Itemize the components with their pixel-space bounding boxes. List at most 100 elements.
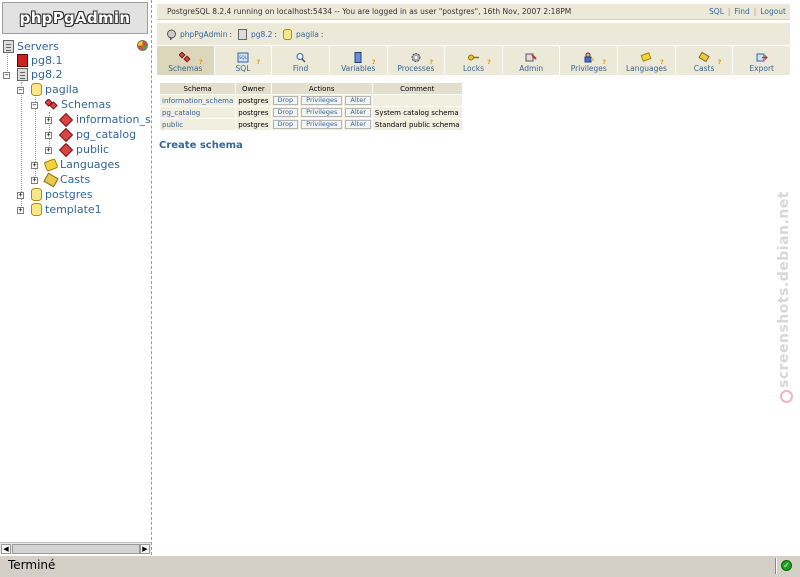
drop-button[interactable]: Drop [272, 120, 299, 129]
server-icon [17, 68, 28, 81]
expand-template1-toggle[interactable]: + [17, 207, 24, 214]
privileges-button[interactable]: Privileges [301, 96, 343, 105]
refresh-icon[interactable] [137, 40, 148, 51]
comment-cell [372, 95, 462, 106]
connection-message: PostgreSQL 8.2.4 running on localhost:54… [167, 7, 572, 16]
tab-locks[interactable]: Locks ? [445, 46, 503, 75]
schema-link[interactable]: public [162, 121, 183, 129]
tree-label-template1: template1 [45, 203, 102, 216]
link-separator: | [753, 7, 757, 16]
privileges-button[interactable]: Privileges [301, 120, 343, 129]
breadcrumb-database[interactable]: pagila [296, 30, 319, 39]
help-icon[interactable]: ? [660, 58, 664, 66]
tree-node-public[interactable]: public [58, 142, 109, 157]
schema-name-cell: public [160, 119, 236, 130]
drop-button[interactable]: Drop [272, 96, 299, 105]
tab-variables[interactable]: Variables ? [329, 46, 388, 75]
expand-postgres-toggle[interactable]: + [17, 192, 24, 199]
tree-horizontal-scrollbar[interactable]: ◀ ▶ [0, 542, 151, 554]
tree-label-servers: Servers [17, 40, 59, 53]
alter-button[interactable]: Alter [345, 120, 371, 129]
collapse-schemas-toggle[interactable]: − [31, 102, 38, 109]
collapse-pg82-toggle[interactable]: − [3, 72, 10, 79]
scrollbar-thumb[interactable] [12, 544, 140, 554]
expand-public-toggle[interactable]: + [45, 147, 52, 154]
privileges-cell: Privileges [300, 119, 344, 130]
tree-node-languages[interactable]: Languages [43, 157, 120, 172]
database-icon [31, 203, 42, 216]
alter-cell: Alter [344, 95, 372, 106]
schema-icon [58, 112, 74, 127]
key-icon [467, 54, 479, 61]
gear-icon [411, 53, 421, 62]
tree-node-pg-catalog[interactable]: pg_catalog [58, 127, 137, 142]
svg-text:SQL: SQL [239, 55, 248, 60]
tree-label-casts: Casts [60, 173, 91, 186]
tab-casts[interactable]: Casts ? [675, 46, 734, 75]
status-divider [775, 558, 777, 574]
help-icon[interactable]: ? [372, 58, 376, 66]
expand-languages-toggle[interactable]: + [31, 162, 38, 169]
tree-node-servers[interactable]: Servers [3, 39, 59, 54]
expand-casts-toggle[interactable]: + [31, 177, 38, 184]
tab-processes[interactable]: Processes ? [387, 46, 446, 75]
tree-node-pg82[interactable]: pg8.2 [17, 67, 62, 82]
tree-label-postgres: postgres [45, 188, 93, 201]
phppgadmin-logo[interactable]: phpPgAdmin [2, 2, 148, 34]
tab-export[interactable]: Export [733, 46, 791, 75]
tree-node-pg81[interactable]: pg8.1 [17, 53, 62, 68]
tree-label-pg82: pg8.2 [31, 68, 63, 81]
find-link[interactable]: Find [734, 7, 749, 16]
help-icon[interactable]: ? [257, 58, 261, 66]
tree-node-casts[interactable]: Casts [43, 172, 91, 187]
expand-pg-catalog-toggle[interactable]: + [45, 132, 52, 139]
status-bar: Terminé ✓ [0, 555, 800, 577]
help-icon[interactable]: ? [429, 58, 433, 66]
help-icon[interactable]: ? [199, 58, 203, 66]
tab-label: Locks [463, 64, 485, 73]
collapse-pagila-toggle[interactable]: − [17, 87, 24, 94]
help-icon[interactable]: ? [487, 58, 491, 66]
help-icon[interactable]: ? [602, 58, 606, 66]
privileges-button[interactable]: Privileges [301, 108, 343, 117]
tree-node-postgres[interactable]: postgres [31, 187, 93, 202]
schema-link[interactable]: information_schema [162, 97, 233, 105]
create-schema-link[interactable]: Create schema [159, 140, 243, 151]
tab-label: Variables [341, 64, 376, 73]
server-disconnected-icon [17, 54, 28, 67]
tab-bar: Schemas ? SQL SQL ? Find Variables ? Pro… [157, 46, 791, 75]
help-icon[interactable]: ? [718, 58, 722, 66]
tab-find[interactable]: Find [272, 46, 330, 75]
expand-information-schema-toggle[interactable]: + [45, 117, 52, 124]
tab-languages[interactable]: Languages ? [618, 46, 676, 75]
logout-link[interactable]: Logout [760, 7, 786, 16]
tab-privileges[interactable]: Privileges ? [560, 46, 619, 75]
servers-icon [3, 40, 14, 53]
breadcrumb-server[interactable]: pg8.2 [251, 30, 272, 39]
tree-node-template1[interactable]: template1 [31, 202, 102, 217]
tree-node-information-schema[interactable]: information_schema [58, 112, 151, 127]
drop-button[interactable]: Drop [272, 108, 299, 117]
sql-link[interactable]: SQL [709, 7, 724, 16]
tree-label-information-schema: information_schema [76, 113, 151, 126]
owner-cell: postgres [236, 119, 271, 130]
tab-admin[interactable]: Admin [502, 46, 561, 75]
tab-schemas[interactable]: Schemas ? [157, 46, 215, 75]
watermark-text: screenshots.debian.net [776, 191, 792, 389]
alter-button[interactable]: Alter [345, 96, 371, 105]
schema-link[interactable]: pg_catalog [162, 109, 200, 117]
scroll-right-arrow-icon[interactable]: ▶ [140, 544, 150, 554]
table-row: public postgres Drop Privileges Alter St… [160, 119, 462, 130]
tab-label: Export [749, 64, 774, 73]
tree-node-pagila[interactable]: pagila [31, 82, 79, 97]
alter-button[interactable]: Alter [345, 108, 371, 117]
debian-swirl-icon [780, 390, 793, 403]
tree-node-schemas[interactable]: Schemas [45, 97, 111, 112]
server-info-bar: PostgreSQL 8.2.4 running on localhost:54… [157, 4, 790, 20]
tab-label: Admin [519, 64, 544, 73]
tab-sql[interactable]: SQL SQL ? [214, 46, 273, 75]
breadcrumb-phppgadmin[interactable]: phpPgAdmin [180, 30, 227, 39]
tree-label-pg-catalog: pg_catalog [76, 128, 137, 141]
comment-cell: System catalog schema [372, 107, 462, 118]
scroll-left-arrow-icon[interactable]: ◀ [1, 544, 11, 554]
